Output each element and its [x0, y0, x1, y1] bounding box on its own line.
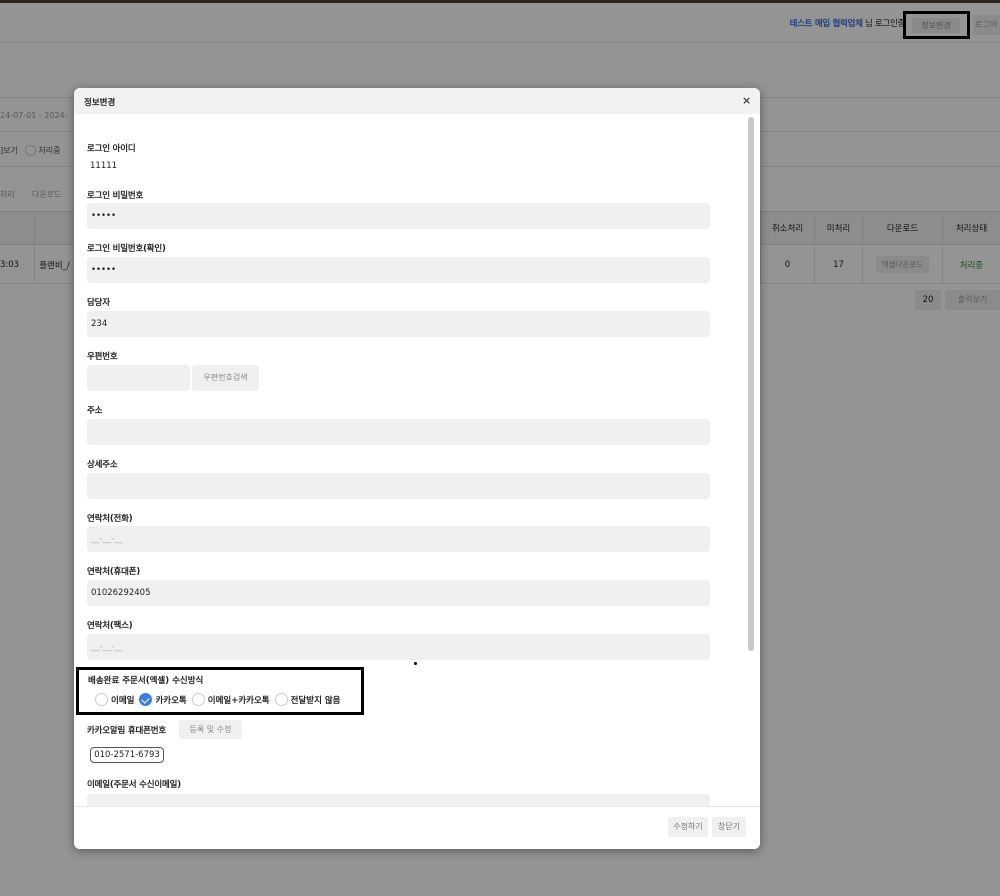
- radio-circle-checked[interactable]: [139, 693, 153, 706]
- phone-label: 연락처(전화): [87, 514, 133, 524]
- zipcode-search-button[interactable]: 우편번호검색: [192, 365, 259, 391]
- zipcode-label: 우편번호: [87, 352, 118, 362]
- password-confirm-field[interactable]: •••••: [87, 257, 710, 283]
- mobile-field[interactable]: 01026292405: [87, 580, 710, 606]
- fax-label: 연락처(팩스): [87, 621, 133, 631]
- modal-title: 정보변경: [84, 98, 116, 108]
- radio-label: 카카오톡: [155, 695, 187, 706]
- email-field[interactable]: [87, 794, 710, 806]
- login-id-value: 11111: [90, 161, 118, 171]
- radio-none[interactable]: 전달받지 않음: [274, 693, 341, 706]
- cursor-dot: [414, 662, 417, 665]
- radio-kakaotalk[interactable]: 카카오톡: [139, 693, 187, 706]
- phone-field[interactable]: __-__-__: [87, 526, 710, 552]
- kakao-phone-value: 010-2571-6793: [90, 747, 164, 763]
- password-confirm-label: 로그인 비밀번호(확인): [87, 244, 166, 254]
- password-label: 로그인 비밀번호: [87, 191, 144, 201]
- modal-header: 정보변경 ×: [74, 88, 760, 114]
- radio-label: 전달받지 않음: [290, 695, 341, 706]
- kakao-phone-label: 카카오알림 휴대폰번호: [87, 726, 166, 736]
- radio-label: 이메일: [111, 695, 135, 706]
- save-button[interactable]: 수정하기: [668, 817, 708, 837]
- radio-circle[interactable]: [274, 693, 288, 706]
- detail-address-label: 상세주소: [87, 460, 118, 470]
- mobile-label: 연락처(휴대폰): [87, 567, 141, 577]
- password-field[interactable]: •••••: [87, 203, 710, 229]
- close-button[interactable]: 창닫기: [712, 817, 746, 837]
- manager-field[interactable]: 234: [87, 311, 710, 337]
- close-icon[interactable]: ×: [742, 94, 751, 107]
- radio-email-kakaotalk[interactable]: 이메일+카카오톡: [191, 693, 270, 706]
- kakao-register-button[interactable]: 등록 및 수정: [179, 720, 242, 739]
- radio-circle[interactable]: [95, 693, 108, 706]
- modal-body: 로그인 아이디 11111 로그인 비밀번호 ••••• 로그인 비밀번호(확인…: [74, 114, 760, 806]
- login-id-label: 로그인 아이디: [87, 144, 136, 154]
- zipcode-field[interactable]: [87, 365, 190, 391]
- fax-field[interactable]: __-__-__: [87, 634, 710, 660]
- modal-scrollbar[interactable]: [748, 117, 754, 651]
- modal-footer: 수정하기 창닫기: [74, 806, 760, 849]
- radio-label: 이메일+카카오톡: [207, 695, 270, 706]
- info-change-modal: 정보변경 × 로그인 아이디 11111 로그인 비밀번호 ••••• 로그인 …: [74, 88, 760, 849]
- address-field[interactable]: [87, 419, 710, 445]
- radio-circle[interactable]: [191, 693, 205, 706]
- receive-method-radios: 이메일 카카오톡 이메일+카카오톡 전달받지 않음: [95, 693, 346, 706]
- receive-method-group: 배송완료 주문서(엑셀) 수신방식 이메일 카카오톡 이메일+카카오톡 전달받지…: [76, 667, 364, 715]
- address-label: 주소: [87, 406, 103, 416]
- detail-address-field[interactable]: [87, 473, 710, 499]
- receive-method-label: 배송완료 주문서(엑셀) 수신방식: [88, 676, 204, 686]
- email-label: 이메일(주문서 수신이메일): [87, 780, 181, 790]
- manager-label: 담당자: [87, 298, 110, 308]
- radio-email[interactable]: 이메일: [95, 693, 134, 706]
